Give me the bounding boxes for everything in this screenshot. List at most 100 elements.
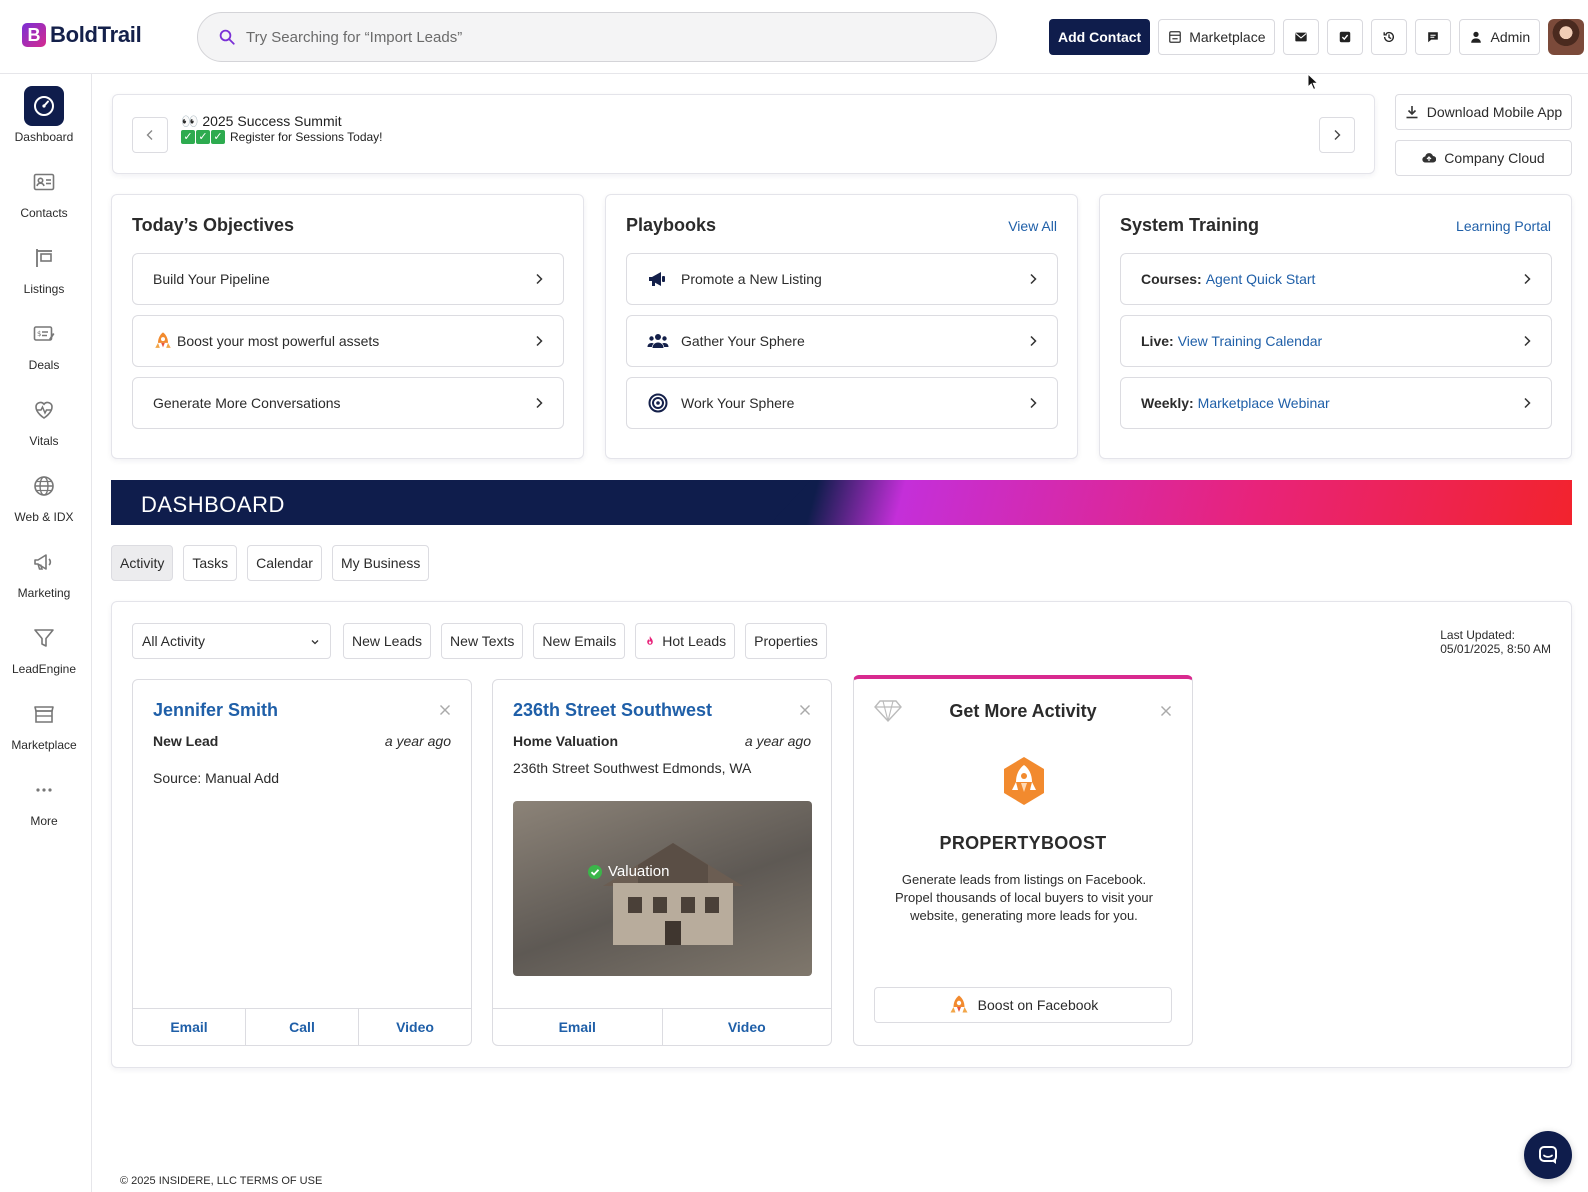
history-button[interactable] (1371, 19, 1408, 55)
playbooks-panel: Playbooks View All Promote a New Listing… (605, 194, 1078, 459)
deal-card-icon: $ (33, 326, 55, 341)
messages-button[interactable] (1415, 19, 1452, 55)
objective-item[interactable]: Boost your most powerful assets (132, 315, 564, 367)
objective-item[interactable]: Build Your Pipeline (132, 253, 564, 305)
admin-label: Admin (1490, 29, 1531, 45)
sidebar-item-deals[interactable]: $ Deals (0, 314, 88, 372)
sidebar-label: Web & IDX (14, 510, 74, 524)
last-updated-label: Last Updated: (1440, 628, 1515, 642)
admin-menu-button[interactable]: Admin (1459, 19, 1541, 55)
gauge-icon (34, 96, 54, 116)
filter-hot-leads[interactable]: Hot Leads (635, 623, 736, 659)
view-all-link[interactable]: View All (1008, 218, 1057, 234)
sidebar-item-listings[interactable]: Listings (0, 238, 88, 296)
filter-new-leads[interactable]: New Leads (343, 623, 432, 659)
playbook-item[interactable]: Gather Your Sphere (626, 315, 1058, 367)
card-type: New Lead (153, 733, 219, 749)
playbooks-title: Playbooks (626, 215, 717, 235)
activity-filter-select[interactable]: All Activity (132, 623, 331, 659)
sidebar-item-contacts[interactable]: Contacts (0, 162, 88, 220)
call-action-button[interactable]: Call (246, 1009, 359, 1045)
banner-subtitle-row: ✓ ✓ ✓ Register for Sessions Today! (181, 130, 383, 144)
chevron-right-icon (1524, 335, 1531, 347)
last-updated: Last Updated: 05/01/2025, 8:50 AM (1440, 628, 1551, 656)
boost-on-facebook-button[interactable]: Boost on Facebook (874, 987, 1172, 1023)
boost-on-facebook-label: Boost on Facebook (977, 997, 1099, 1013)
objective-item[interactable]: Generate More Conversations (132, 377, 564, 429)
chevron-right-icon (536, 397, 543, 409)
banner-prev-button[interactable] (132, 117, 168, 153)
user-icon (1471, 31, 1482, 43)
tasks-button[interactable] (1327, 19, 1364, 55)
tab-my-business[interactable]: My Business (331, 545, 430, 581)
learning-portal-link[interactable]: Learning Portal (1456, 218, 1551, 234)
avatar[interactable] (1548, 19, 1585, 55)
property-image[interactable]: Valuation (513, 801, 812, 976)
training-link[interactable]: Marketplace Webinar (1198, 395, 1330, 411)
search-bar[interactable] (197, 12, 997, 62)
logo-mark: B (22, 23, 46, 47)
sidebar-item-vitals[interactable]: Vitals (0, 390, 88, 448)
email-action-button[interactable]: Email (133, 1009, 246, 1045)
last-updated-value: 05/01/2025, 8:50 AM (1440, 642, 1551, 656)
objectives-panel: Today’s Objectives Build Your Pipeline B… (111, 194, 584, 459)
close-icon[interactable] (1160, 705, 1172, 717)
email-button[interactable] (1283, 19, 1320, 55)
download-mobile-app-button[interactable]: Download Mobile App (1395, 94, 1572, 130)
close-icon[interactable] (439, 704, 451, 716)
training-link[interactable]: Agent Quick Start (1206, 271, 1316, 287)
playbook-label: Promote a New Listing (681, 271, 822, 287)
tab-tasks[interactable]: Tasks (183, 545, 238, 581)
download-mobile-app-label: Download Mobile App (1426, 104, 1563, 120)
banner-title: 👀 2025 Success Summit (181, 113, 342, 129)
chevron-right-icon (536, 335, 543, 347)
sidebar-item-marketing[interactable]: Marketing (0, 542, 88, 600)
training-link[interactable]: View Training Calendar (1178, 333, 1323, 349)
close-icon[interactable] (799, 704, 811, 716)
banner-next-button[interactable] (1319, 117, 1355, 153)
sidebar-item-web-idx[interactable]: Web & IDX (0, 466, 88, 524)
video-action-button[interactable]: Video (663, 1009, 832, 1045)
card-title[interactable]: Jennifer Smith (153, 700, 278, 721)
objective-label: Generate More Conversations (153, 395, 341, 411)
filter-new-texts[interactable]: New Texts (441, 623, 524, 659)
activity-filters: New Leads New Texts New Emails Hot Leads… (343, 623, 837, 659)
email-action-button[interactable]: Email (493, 1009, 663, 1045)
mouse-cursor-icon (1307, 73, 1319, 91)
training-item[interactable]: Live: View Training Calendar (1120, 315, 1552, 367)
brand-logo[interactable]: B BoldTrail (22, 22, 142, 48)
tab-activity[interactable]: Activity (111, 545, 174, 581)
sidebar-item-marketplace[interactable]: Marketplace (0, 694, 88, 752)
sidebar-label: LeadEngine (11, 662, 77, 676)
sidebar-item-leadengine[interactable]: LeadEngine (0, 618, 88, 676)
playbook-item[interactable]: Promote a New Listing (626, 253, 1058, 305)
top-bar: B BoldTrail Add Contact Marketplace Admi… (0, 0, 1588, 74)
users-group-icon (647, 334, 669, 348)
help-chat-button[interactable] (1524, 1131, 1572, 1179)
cloud-upload-icon (1422, 153, 1437, 163)
video-action-button[interactable]: Video (359, 1009, 471, 1045)
sidebar-label: Vitals (29, 434, 59, 448)
company-cloud-button[interactable]: Company Cloud (1395, 140, 1572, 176)
filter-properties[interactable]: Properties (745, 623, 827, 659)
card-title[interactable]: 236th Street Southwest (513, 700, 712, 721)
training-panel: System Training Learning Portal Courses:… (1099, 194, 1572, 459)
search-icon (219, 29, 235, 45)
add-contact-button[interactable]: Add Contact (1049, 19, 1151, 55)
sidebar-item-more[interactable]: More (0, 770, 88, 828)
filter-new-emails[interactable]: New Emails (533, 623, 626, 659)
marketplace-button[interactable]: Marketplace (1158, 19, 1276, 55)
search-input[interactable] (246, 28, 946, 46)
tab-calendar[interactable]: Calendar (247, 545, 322, 581)
sidebar-item-dashboard[interactable]: Dashboard (0, 86, 88, 144)
chevron-right-icon (1524, 397, 1531, 409)
training-item[interactable]: Weekly: Marketplace Webinar (1120, 377, 1552, 429)
training-item[interactable]: Courses: Agent Quick Start (1120, 253, 1552, 305)
promo-title: Get More Activity (949, 701, 1097, 721)
footer-text[interactable]: © 2025 INSIDERE, LLC TERMS OF USE (120, 1175, 322, 1187)
playbook-item[interactable]: Work Your Sphere (626, 377, 1058, 429)
sidebar-label: Dashboard (14, 130, 74, 144)
property-boost-logo-icon (1004, 757, 1044, 805)
training-prefix: Live: (1141, 333, 1174, 349)
chevron-right-icon (1524, 273, 1531, 285)
